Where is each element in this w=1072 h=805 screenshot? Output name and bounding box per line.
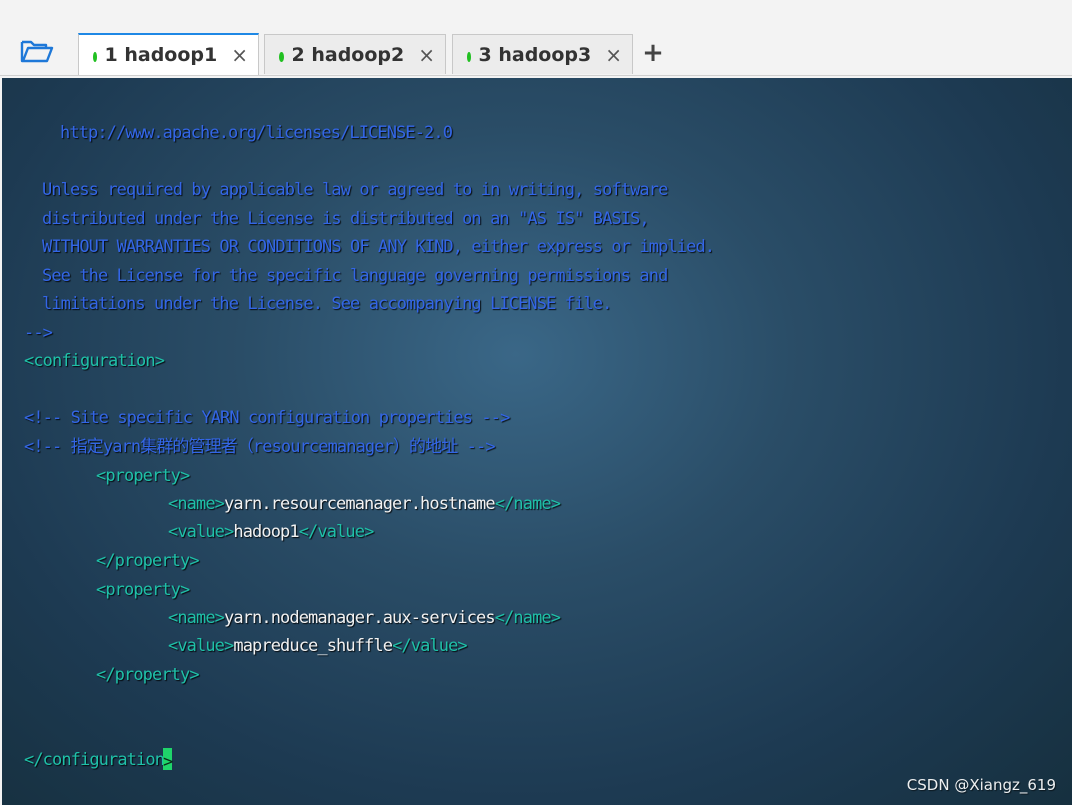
- close-icon[interactable]: ×: [217, 43, 248, 67]
- tab-label: 3 hadoop3: [478, 43, 592, 66]
- tab-label: 2 hadoop2: [291, 43, 405, 66]
- terminal-line: <property>: [96, 580, 190, 600]
- connected-status-icon: [467, 51, 471, 62]
- terminal-line: <value>hadoop1</value>: [168, 520, 375, 544]
- cursor-char: >: [163, 752, 173, 772]
- xml-tag: </name>: [494, 494, 561, 514]
- tab-hadoop3[interactable]: 3 hadoop3 ×: [452, 34, 633, 74]
- terminal-line: <!-- 指定yarn集群的管理者（resourcemanager）的地址 --…: [24, 437, 496, 457]
- terminal-line: WITHOUT WARRANTIES OR CONDITIONS OF ANY …: [42, 237, 715, 257]
- close-icon[interactable]: ×: [404, 43, 435, 67]
- xml-tag: </configuration: [24, 750, 165, 770]
- terminal-line: Unless required by applicable law or agr…: [42, 180, 668, 200]
- add-tab-button[interactable]: +: [640, 38, 666, 68]
- xml-tag: <name>: [168, 608, 225, 628]
- terminal-line: <name>yarn.nodemanager.aux-services</nam…: [168, 606, 561, 630]
- terminal-view[interactable]: http://www.apache.org/licenses/LICENSE-2…: [2, 78, 1072, 805]
- terminal-line: limitations under the License. See accom…: [42, 294, 612, 314]
- xml-tag: <name>: [168, 494, 225, 514]
- xml-text: yarn.nodemanager.aux-services: [224, 608, 496, 628]
- terminal-line: See the License for the specific languag…: [42, 266, 668, 286]
- terminal-line: </property>: [96, 665, 200, 685]
- terminal-line: <name>yarn.resourcemanager.hostname</nam…: [168, 492, 561, 516]
- watermark: CSDN @Xiangz_619: [906, 776, 1056, 794]
- close-icon[interactable]: ×: [591, 43, 622, 67]
- xml-text: mapreduce_shuffle: [233, 636, 393, 656]
- connected-status-icon: [279, 51, 284, 62]
- terminal-line: <!-- Site specific YARN configuration pr…: [24, 408, 510, 428]
- terminal-line: <property>: [96, 466, 190, 486]
- tab-hadoop1[interactable]: 1 hadoop1 ×: [78, 33, 259, 75]
- terminal-line: <configuration>: [24, 351, 165, 371]
- terminal-line: </configuration >: [24, 748, 173, 772]
- xml-tag: </value>: [392, 636, 468, 656]
- xml-tag: <value>: [168, 636, 234, 656]
- xml-text: hadoop1: [233, 522, 299, 542]
- session-manager-button[interactable]: [18, 38, 56, 68]
- xml-tag: <value>: [168, 522, 234, 542]
- terminal-line: http://www.apache.org/licenses/LICENSE-2…: [60, 123, 453, 143]
- connected-status-icon: [93, 52, 97, 62]
- xml-tag: </value>: [298, 522, 375, 542]
- folder-open-icon: [20, 38, 54, 69]
- xml-tag: </name>: [494, 608, 561, 628]
- tab-bar: 1 hadoop1 × 2 hadoop2 × 3 hadoop3 × +: [0, 0, 1072, 76]
- text-cursor: >: [163, 748, 173, 772]
- terminal-line: -->: [24, 323, 53, 343]
- tab-hadoop2[interactable]: 2 hadoop2 ×: [264, 34, 446, 74]
- terminal-line: <value>mapreduce_shuffle</value>: [168, 634, 468, 658]
- tab-label: 1 hadoop1: [104, 44, 218, 66]
- xml-text: yarn.resourcemanager.hostname: [224, 494, 496, 514]
- terminal-line: </property>: [96, 551, 200, 571]
- terminal-line: distributed under the License is distrib…: [42, 209, 650, 229]
